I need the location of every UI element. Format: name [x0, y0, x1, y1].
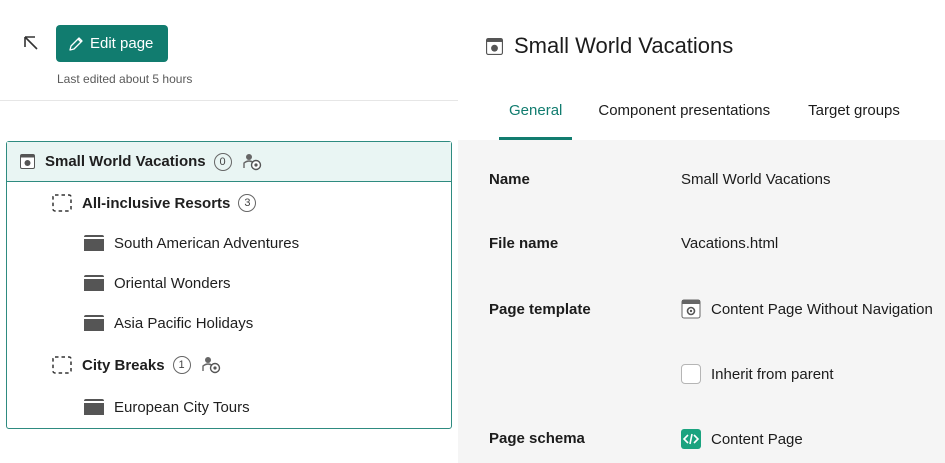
file-name-label: File name — [489, 235, 559, 252]
structure-group-icon — [52, 356, 72, 374]
pencil-icon — [69, 36, 83, 51]
name-value: Small World Vacations — [681, 171, 831, 188]
structure-group-icon — [52, 194, 72, 212]
page-schema-value[interactable]: Content Page — [681, 429, 803, 449]
file-name-text: Vacations.html — [681, 235, 779, 252]
right-header: Small World Vacations General Component … — [458, 0, 945, 140]
tree-node-label: European City Tours — [114, 398, 250, 416]
tree-node-page[interactable]: European City Tours — [7, 387, 451, 427]
structure-tree: Small World Vacations 0 All-inclusive Re… — [6, 141, 452, 429]
page-template-text: Content Page Without Navigation — [711, 300, 933, 318]
tree-node-label: South American Adventures — [114, 234, 300, 252]
inherit-checkbox[interactable] — [681, 364, 701, 384]
inherit-row: Inherit from parent — [681, 364, 834, 384]
count-badge: 3 — [238, 194, 257, 212]
file-name-value: Vacations.html — [681, 235, 778, 252]
page-title: Small World Vacations — [514, 33, 734, 58]
name-value-text: Small World Vacations — [681, 171, 831, 188]
left-header: Edit page Last edited about 5 hours — [0, 0, 458, 101]
tree-node-label: City Breaks — [82, 356, 165, 374]
count-badge: 1 — [172, 356, 191, 374]
page-schema-text: Content Page — [711, 430, 803, 448]
tree-node-sg-all-inclusive[interactable]: All-inclusive Resorts 3 — [7, 183, 451, 223]
schema-code-icon — [681, 429, 701, 449]
page-icon — [84, 315, 104, 331]
page-template-value[interactable]: Content Page Without Navigation — [681, 299, 933, 319]
right-pane: Small World Vacations General Component … — [458, 0, 945, 463]
tab-target-groups[interactable]: Target groups — [808, 95, 900, 140]
name-label: Name — [489, 171, 530, 188]
tree-node-label: Small World Vacations — [45, 153, 206, 170]
count-badge: 0 — [213, 152, 232, 171]
publication-icon — [20, 154, 35, 169]
edit-page-button[interactable]: Edit page — [56, 25, 168, 62]
target-group-icon — [242, 153, 261, 170]
left-pane: Edit page Last edited about 5 hours Smal… — [0, 0, 458, 463]
last-edited-text: Last edited about 5 hours — [57, 72, 193, 86]
page-title-row: Small World Vacations — [486, 33, 733, 59]
page-schema-label: Page schema — [489, 430, 585, 447]
tab-bar: General Component presentations Target g… — [458, 95, 900, 140]
collapse-arrow-icon[interactable] — [22, 34, 40, 52]
page-icon — [84, 235, 104, 251]
tree-node-page[interactable]: Oriental Wonders — [7, 263, 451, 303]
tree-node-label: Asia Pacific Holidays — [114, 314, 254, 332]
tab-general[interactable]: General — [498, 95, 573, 140]
tree-node-sg-city-breaks[interactable]: City Breaks 1 — [7, 345, 451, 385]
tree-node-label: All-inclusive Resorts — [82, 194, 231, 212]
edit-page-label: Edit page — [90, 35, 154, 52]
tab-component-presentations[interactable]: Component presentations — [598, 95, 770, 140]
page-template-label: Page template — [489, 301, 591, 318]
page-icon — [84, 399, 104, 415]
tree-node-label: Oriental Wonders — [114, 274, 231, 292]
publication-icon — [486, 37, 503, 55]
target-group-icon — [201, 357, 220, 374]
inherit-label: Inherit from parent — [711, 365, 834, 383]
tree-node-page[interactable]: South American Adventures — [7, 223, 451, 263]
tree-node-page[interactable]: Asia Pacific Holidays — [7, 303, 451, 343]
general-form: Name Small World Vacations File name Vac… — [458, 140, 945, 463]
template-gear-icon — [681, 299, 701, 319]
tree-node-root[interactable]: Small World Vacations 0 — [7, 142, 451, 182]
page-icon — [84, 275, 104, 291]
